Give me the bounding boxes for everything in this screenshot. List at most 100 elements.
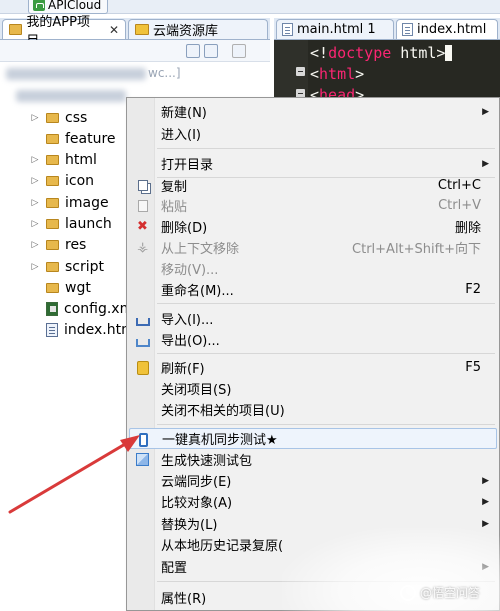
view-menu-icon[interactable]	[232, 44, 246, 58]
tree-item-label: css	[65, 110, 88, 126]
fold-toggle-icon[interactable]	[296, 67, 305, 76]
menu-item-new[interactable]: 新建(N) ▶	[129, 101, 497, 122]
submenu-arrow-icon: ▶	[482, 496, 489, 507]
menu-item-label: 云端同步(E)	[161, 475, 232, 490]
link-editor-icon[interactable]	[204, 44, 218, 58]
expand-arrow-icon[interactable]: ▷	[30, 240, 40, 250]
menu-item-label: 删除(D)	[161, 221, 208, 236]
tree-item-css[interactable]: ▷ css	[30, 108, 88, 128]
refresh-icon	[135, 360, 150, 375]
tab-index-html[interactable]: index.html	[396, 19, 498, 39]
menu-item-close-unrelated[interactable]: 关闭不相关的项目(U)	[129, 399, 497, 420]
apicloud-logo-icon	[33, 0, 45, 11]
folder-icon	[46, 176, 59, 186]
submenu-arrow-icon: ▶	[482, 475, 489, 486]
expand-arrow-icon[interactable]: ▷	[30, 219, 40, 229]
tree-item-index-html[interactable]: index.htm	[30, 320, 135, 340]
tree-item-label: wgt	[65, 280, 91, 296]
menu-item-label: 关闭项目(S)	[161, 383, 232, 398]
close-icon[interactable]: ✕	[109, 23, 119, 37]
collapse-all-icon[interactable]	[186, 44, 200, 58]
menu-item-label: 比较对象(A)	[161, 496, 233, 511]
folder-icon	[46, 219, 59, 229]
menu-item-label: 打开目录	[161, 158, 214, 173]
menu-item-close-project[interactable]: 关闭项目(S)	[129, 378, 497, 399]
code-line: <html>	[310, 65, 365, 83]
menu-separator	[157, 353, 495, 354]
menu-item-build-test-package[interactable]: 生成快速测试包	[129, 449, 497, 470]
copy-icon	[135, 178, 150, 193]
menu-item-compare-with[interactable]: 比较对象(A) ▶	[129, 491, 497, 512]
expand-arrow-icon[interactable]: ▷	[30, 198, 40, 208]
expand-arrow-icon[interactable]: ▷	[30, 155, 40, 165]
menu-item-label: 进入(I)	[161, 128, 201, 143]
folder-icon	[46, 240, 59, 250]
menu-item-shortcut: F5	[465, 360, 481, 375]
tree-item-label: image	[65, 195, 109, 211]
menu-item-paste[interactable]: 粘贴 Ctrl+V	[129, 195, 497, 216]
tree-item-label: script	[65, 259, 105, 275]
menu-item-cloud-sync[interactable]: 云端同步(E) ▶	[129, 470, 497, 491]
tree-item-res[interactable]: ▷ res	[30, 235, 87, 255]
menu-separator	[157, 303, 495, 304]
tab-main-html[interactable]: main.html 1	[276, 19, 394, 39]
menu-item-move[interactable]: 移动(V)...	[129, 258, 497, 279]
menu-item-shortcut: Ctrl+C	[437, 178, 481, 193]
expand-arrow-icon[interactable]: ▷	[30, 113, 40, 123]
menu-item-label: 配置	[161, 561, 188, 576]
tree-item-config-xml[interactable]: config.xm	[30, 299, 133, 319]
view-tab-bar: 我的APP项目 ✕ 云端资源库	[0, 15, 270, 49]
menu-item-refresh[interactable]: 刷新(F) F5	[129, 357, 497, 378]
menu-item-copy[interactable]: 复制 Ctrl+C	[129, 175, 497, 196]
menu-item-go-into[interactable]: 进入(I)	[129, 123, 497, 144]
phone-icon	[136, 432, 151, 447]
html-file-icon	[402, 23, 413, 36]
package-icon	[135, 452, 150, 467]
menu-item-label: 复制	[161, 180, 188, 195]
tree-item-feature[interactable]: feature	[30, 129, 116, 149]
menu-item-export[interactable]: 导出(O)...	[129, 329, 497, 350]
tree-item-label: config.xm	[64, 301, 134, 317]
menu-item-label: 移动(V)...	[161, 263, 219, 278]
blurred-project-path	[16, 90, 126, 102]
html-file-icon	[282, 23, 293, 36]
menu-item-delete[interactable]: ✖ 删除(D) 删除	[129, 216, 497, 237]
tab-cloud-repository[interactable]: 云端资源库	[128, 19, 268, 39]
expand-arrow-icon[interactable]: ▷	[30, 176, 40, 186]
folder-icon	[46, 283, 59, 293]
tree-item-wgt[interactable]: wgt	[30, 278, 91, 298]
tree-item-script[interactable]: ▷ script	[30, 257, 104, 277]
menu-item-open-directory[interactable]: 打开目录 ▶	[129, 153, 497, 174]
delete-icon: ✖	[137, 219, 148, 234]
tree-item-icon[interactable]: ▷ icon	[30, 171, 95, 191]
submenu-arrow-icon: ▶	[482, 106, 489, 117]
menu-item-label: 属性(R)	[161, 592, 207, 607]
menu-item-shortcut: Ctrl+Alt+Shift+向下	[352, 242, 481, 257]
menu-item-device-sync-test[interactable]: 一键真机同步测试★	[129, 428, 497, 449]
menu-item-rename[interactable]: 重命名(M)... F2	[129, 279, 497, 300]
menu-item-label: 新建(N)	[161, 106, 207, 121]
paste-icon	[135, 198, 150, 213]
tree-item-label: icon	[65, 173, 95, 189]
menu-item-remove-from-context[interactable]: ⚶ 从上下文移除 Ctrl+Alt+Shift+向下	[129, 237, 497, 258]
blurred-project-name	[6, 68, 146, 80]
menu-item-import[interactable]: 导入(I)...	[129, 308, 497, 329]
menu-item-label: 导出(O)...	[161, 334, 220, 349]
html-file-icon	[46, 323, 58, 337]
expand-arrow-icon[interactable]: ▷	[30, 262, 40, 272]
tab-my-app-project[interactable]: 我的APP项目 ✕	[2, 15, 126, 49]
tree-item-launch[interactable]: ▷ launch	[30, 214, 112, 234]
cloud-repo-icon	[135, 24, 149, 35]
project-name-suffix: wc...]	[148, 66, 181, 80]
menu-item-label: 从上下文移除	[161, 242, 240, 257]
tree-item-html[interactable]: ▷ html	[30, 150, 97, 170]
tree-toolbar	[0, 40, 270, 62]
import-icon	[135, 311, 150, 326]
text-cursor	[445, 45, 453, 61]
editor-gutter	[274, 40, 308, 100]
code-editor[interactable]: <!doctype html> <html> <head>	[274, 40, 500, 104]
tree-item-image[interactable]: ▷ image	[30, 193, 109, 213]
tab-label: main.html 1	[297, 22, 376, 37]
editor-tab-bar: main.html 1 index.html	[274, 18, 500, 40]
menu-item-label: 刷新(F)	[161, 362, 205, 377]
